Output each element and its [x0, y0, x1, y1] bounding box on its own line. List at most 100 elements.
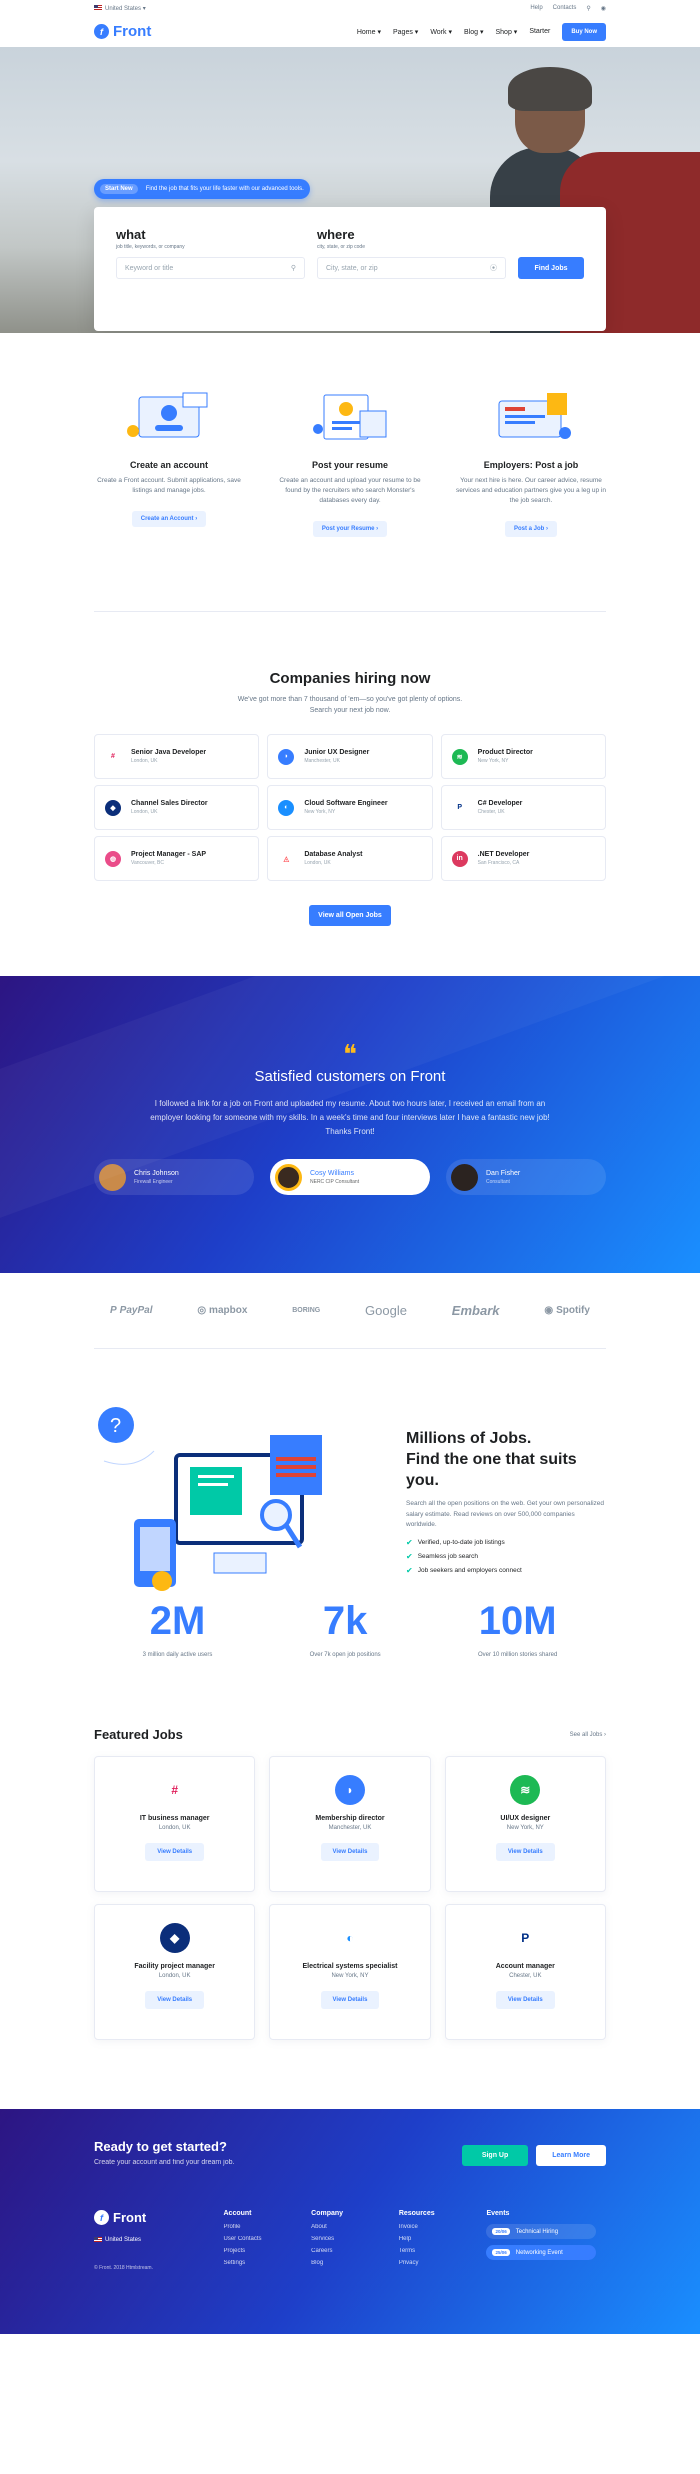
airbnb-icon: ◬	[278, 850, 295, 867]
messenger-icon: ◗	[278, 748, 295, 765]
footer-col-resources: Resources Invoice Help Terms Privacy	[398, 2210, 435, 2266]
job-card[interactable]: ◐ Cloud Software Engineer New York, NY	[267, 785, 433, 830]
user-icon[interactable]: ◉	[601, 5, 606, 12]
step-post-resume: Post your resume Create an account and u…	[275, 391, 425, 611]
dribbble-icon: ◍	[105, 850, 121, 867]
create-account-button[interactable]: Create an Account ›	[131, 511, 207, 528]
post-resume-button[interactable]: Post your Resume ›	[312, 521, 388, 538]
account-illustration	[127, 392, 208, 438]
view-details-button[interactable]: View Details	[145, 1991, 205, 2009]
client-logos: P PayPal ◎ mapbox BORING Google Embark ◉ Sp…	[94, 1273, 606, 1348]
front-logo-icon: f	[94, 24, 109, 39]
us-flag-icon	[94, 5, 102, 11]
keyword-input[interactable]: Keyword or title ⚲	[116, 257, 305, 279]
embark-logo: Embark	[451, 1303, 500, 1318]
job-card[interactable]: ◍ Project Manager - SAP Vancouver, BC	[94, 836, 260, 881]
stats: 2M 3 million daily active users 7k Over 7k…	[94, 1599, 606, 1658]
post-job-illustration	[498, 393, 571, 439]
millions-of-jobs: ? Millions of Jobs. Find the one that sui…	[94, 1349, 606, 1717]
hero: Start New Find the job that fits your li…	[0, 47, 700, 333]
paypal-icon: P	[510, 1923, 541, 1953]
map-pin-icon: ⦿	[490, 265, 497, 272]
svg-text:?: ?	[110, 1415, 121, 1437]
check-icon: ✔	[406, 1551, 413, 1561]
cloud-icon: ◐	[278, 799, 295, 816]
contacts-link[interactable]: Contacts	[553, 5, 577, 11]
event-item[interactable]: 20/06 Technical Hiring	[486, 2224, 597, 2239]
check-item: ✔ Verified, up-to-date job listings	[406, 1537, 505, 1547]
nav-blog[interactable]: Blog ▾	[464, 28, 483, 36]
check-icon: ✔	[406, 1565, 413, 1575]
front-logo-icon: f	[94, 2210, 109, 2225]
nav-work[interactable]: Work ▾	[430, 28, 452, 36]
featured-job-card: ◗ Membership director Manchester, UK View D…	[269, 1756, 431, 1892]
dropbox-icon: ◆	[105, 799, 121, 816]
paypal-logo: P PayPal	[110, 1305, 153, 1316]
author-tab-active[interactable]: Cosy Williams NERC CIP Consultant	[270, 1159, 430, 1195]
job-card[interactable]: P C# Developer Chester, UK	[440, 785, 606, 830]
view-details-button[interactable]: View Details	[320, 1843, 380, 1861]
find-jobs-button[interactable]: Find Jobs	[518, 257, 584, 279]
check-icon: ✔	[406, 1537, 413, 1547]
footer-col-account: Account Profile User Contacts Projects Setti…	[223, 2210, 262, 2266]
post-job-button[interactable]: Post a Job ›	[504, 521, 557, 538]
help-link[interactable]: Help	[530, 5, 542, 11]
region-selector[interactable]: United States ▾	[94, 5, 146, 12]
view-details-button[interactable]: View Details	[320, 1991, 380, 2009]
view-details-button[interactable]: View Details	[495, 1843, 555, 1861]
featured-title: Featured Jobs	[94, 1727, 183, 1742]
sign-up-button[interactable]: Sign Up	[461, 2145, 529, 2166]
author-tab[interactable]: Dan Fisher Consultant	[446, 1159, 606, 1195]
spotify-icon: ≋	[510, 1775, 541, 1805]
event-item[interactable]: 25/06 Networking Event	[486, 2245, 597, 2260]
us-flag-icon	[94, 2237, 102, 2242]
companies-hiring: Companies hiring now We've got more than…	[94, 612, 606, 976]
footer: Ready to get started? Create your account…	[0, 2109, 700, 2334]
step-create-account: Create an account Create a Front account…	[94, 391, 244, 611]
view-all-jobs-button[interactable]: View all Open Jobs	[309, 905, 391, 926]
learn-more-button[interactable]: Learn More	[536, 2145, 606, 2166]
hero-announcement[interactable]: Start New Find the job that fits your li…	[94, 179, 310, 199]
featured-jobs: Featured Jobs See all Jobs › # IT busines…	[94, 1717, 606, 2109]
how-it-works: Create an account Create a Front account…	[94, 333, 606, 611]
messenger-icon: ◗	[334, 1775, 365, 1805]
paypal-icon: P	[451, 799, 468, 816]
nav-pages[interactable]: Pages ▾	[393, 28, 418, 36]
dropbox-icon: ◆	[159, 1923, 190, 1953]
footer-col-company: Company About Services Careers Blog	[311, 2210, 344, 2266]
stat-users: 2M 3 million daily active users	[142, 1599, 213, 1658]
invision-icon: in	[451, 850, 468, 867]
stat-stories: 10M Over 10 million stories shared	[477, 1599, 558, 1658]
job-card[interactable]: # Senior Java Developer London, UK	[94, 734, 260, 779]
featured-job-card: ◐ Electrical systems specialist New York, …	[269, 1904, 431, 2040]
view-details-button[interactable]: View Details	[145, 1843, 205, 1861]
navbar: f Front Home ▾ Pages ▾ Work ▾ Blog ▾ Shop…	[94, 16, 606, 47]
featured-job-card: ◆ Facility project manager London, UK View …	[94, 1904, 256, 2040]
testimonials: ❝ Satisfied customers on Front I followe…	[0, 976, 700, 1273]
step-post-job: Employers: Post a job Your next hire is …	[456, 391, 606, 611]
footer-brand: f Front United States © Front. 2018 Htmls…	[94, 2210, 153, 2272]
avatar	[275, 1163, 302, 1191]
job-card[interactable]: ≋ Product Director New York, NY	[440, 734, 606, 779]
resume-illustration	[313, 394, 387, 440]
job-card[interactable]: ◗ Junior UX Designer Manchester, UK	[267, 734, 433, 779]
view-details-button[interactable]: View Details	[495, 1991, 555, 2009]
buy-now-button[interactable]: Buy Now	[562, 22, 606, 41]
location-input[interactable]: City, state, or zip ⦿	[317, 257, 506, 279]
see-all-jobs-link[interactable]: See all Jobs ›	[570, 1732, 606, 1738]
slack-icon: #	[159, 1775, 190, 1805]
spotify-icon: ≋	[451, 748, 468, 765]
what-label: what	[116, 227, 146, 242]
google-logo: Google	[365, 1303, 407, 1318]
spotify-logo: ◉ Spotify	[544, 1305, 590, 1316]
brand-logo[interactable]: f Front	[94, 23, 151, 40]
nav-shop[interactable]: Shop ▾	[495, 28, 517, 36]
search-icon[interactable]: ⚲	[586, 5, 590, 12]
nav-starter[interactable]: Starter	[529, 28, 550, 35]
job-card[interactable]: ◬ Database Analyst London, UK	[267, 836, 433, 881]
stat-jobs: 7k Over 7k open job positions	[309, 1599, 381, 1658]
job-card[interactable]: in .NET Developer San Francisco, CA	[440, 836, 606, 881]
job-card[interactable]: ◆ Channel Sales Director London, UK	[94, 785, 260, 830]
slack-icon: #	[105, 748, 121, 765]
nav-home[interactable]: Home ▾	[357, 28, 381, 36]
